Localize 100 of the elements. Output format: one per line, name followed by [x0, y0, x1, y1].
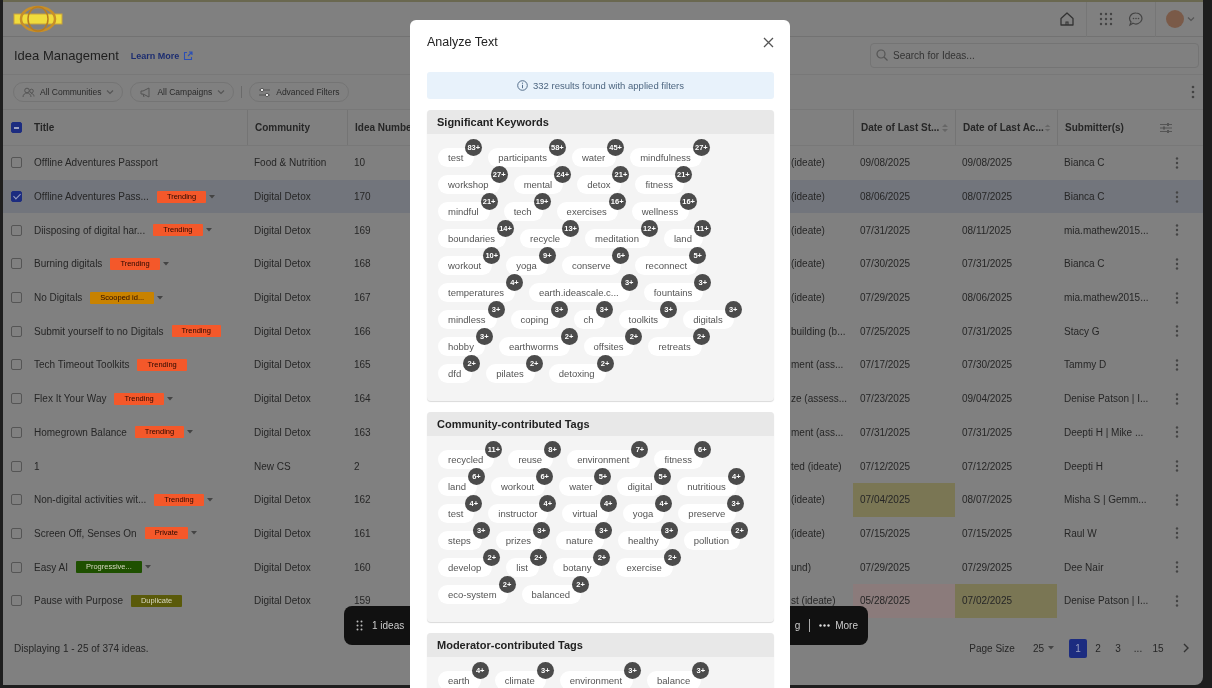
table-cell: 09/08/2025 [860, 157, 911, 169]
table-cell: 160 [354, 561, 371, 573]
idea-title[interactable]: Flex It Your Way [34, 393, 107, 405]
sort-icon[interactable] [1043, 122, 1051, 133]
table-cell: und) [791, 561, 811, 573]
page-button[interactable]: 1 [1069, 638, 1087, 658]
info-text: 332 results found with applied filters [533, 80, 684, 91]
table-cell: 05/28/2025 [860, 595, 911, 607]
idea-title[interactable]: Screen Off, Senses On [34, 527, 137, 539]
search-field[interactable]: Search for Ideas... [870, 43, 1199, 68]
idea-title[interactable]: Homegrown Balance [34, 426, 127, 438]
caret-icon[interactable] [205, 228, 212, 233]
table-cell: mia.mathew2015... [1064, 292, 1149, 304]
chat-icon[interactable] [1128, 11, 1144, 27]
checkbox[interactable] [11, 460, 22, 472]
table-cell: 07/17/2025 [860, 359, 911, 371]
sort-icon[interactable] [941, 122, 949, 133]
close-icon[interactable] [763, 36, 774, 48]
page-button[interactable]: 2 [1089, 638, 1107, 658]
idea-title[interactable]: Submit yourself to no Digitals [34, 325, 164, 337]
column-header[interactable]: Community [255, 122, 347, 133]
checkbox[interactable] [11, 325, 22, 337]
checkbox[interactable] [11, 157, 22, 169]
table-cell: Deepti H | Mike ... [1064, 426, 1144, 438]
row-menu-icon[interactable] [1175, 257, 1179, 270]
page-button[interactable]: 3 [1109, 638, 1127, 658]
row-menu-icon[interactable] [1175, 460, 1179, 473]
page-button[interactable]: ... [1129, 638, 1147, 658]
column-header[interactable]: Date of Last Ac... [963, 122, 1057, 133]
idea-title[interactable]: Tech Timeout Toolkits [34, 359, 130, 371]
column-header[interactable]: Submitter(s) [1065, 122, 1160, 133]
row-menu-icon[interactable] [1175, 325, 1179, 338]
table-cell: 10 [354, 157, 366, 169]
row-menu-icon[interactable] [1175, 156, 1179, 169]
keyword-chip[interactable]: environment [567, 450, 641, 469]
table-cell: Tammy D [1064, 359, 1107, 371]
checkbox[interactable] [11, 122, 22, 133]
column-header[interactable]: Title [34, 122, 247, 133]
idea-title[interactable]: Diisposing of digital har... [34, 224, 146, 236]
caret-icon[interactable] [191, 531, 197, 536]
table-cell: 159 [354, 595, 371, 607]
row-menu-icon[interactable] [1175, 224, 1179, 237]
advanced-filters-button[interactable]: Advanced Filters [249, 82, 349, 102]
checkbox[interactable] [11, 191, 22, 203]
row-menu-icon[interactable] [1175, 291, 1179, 304]
row-menu-icon[interactable] [1175, 426, 1179, 439]
checkbox[interactable] [11, 426, 22, 438]
checkbox[interactable] [11, 292, 22, 304]
caret-icon[interactable] [187, 430, 194, 435]
table-cell: Food & Nutrition [254, 157, 327, 169]
caret-icon[interactable] [162, 261, 169, 266]
home-icon[interactable] [1059, 11, 1075, 27]
checkbox[interactable] [11, 595, 22, 607]
filter-dropdown[interactable]: All Campaigns [130, 82, 235, 102]
table-cell: 07/02/2025 [962, 595, 1013, 607]
checkbox[interactable] [11, 494, 22, 506]
checkbox[interactable] [11, 258, 22, 270]
drag-handle-icon[interactable] [356, 620, 363, 631]
caret-icon[interactable] [1187, 16, 1195, 22]
row-menu-icon[interactable] [1175, 561, 1179, 574]
caret-icon[interactable] [206, 497, 213, 502]
column-settings-icon[interactable] [1160, 121, 1172, 134]
filter-dropdown[interactable]: All Communities [13, 82, 124, 102]
caret-icon[interactable] [166, 396, 173, 401]
idea-title[interactable]: Offline Adventures Passport [34, 157, 158, 169]
page-size-dropdown[interactable]: 25 [1026, 641, 1060, 655]
row-menu-icon[interactable] [1175, 594, 1179, 607]
checkbox[interactable] [11, 561, 22, 573]
caret-icon[interactable] [209, 194, 216, 199]
row-menu-icon[interactable] [1175, 358, 1179, 371]
logo-icon[interactable] [13, 5, 63, 33]
avatar-icon[interactable] [1166, 10, 1184, 28]
table-cell: Digital Detox [254, 325, 311, 337]
page-button[interactable]: 15 [1149, 638, 1167, 658]
more-options-icon[interactable] [1191, 85, 1195, 99]
idea-title[interactable]: Easy AI [34, 561, 68, 573]
apps-grid-icon[interactable] [1098, 11, 1114, 27]
idea-title[interactable]: No Digitals [34, 292, 83, 304]
idea-title[interactable]: 1 [34, 460, 40, 472]
checkbox[interactable] [11, 527, 22, 539]
idea-title[interactable]: Burning digitals [34, 258, 103, 270]
external-link-icon[interactable] [183, 50, 194, 61]
column-header[interactable]: Date of Last St... [861, 122, 955, 133]
checkbox[interactable] [11, 224, 22, 236]
row-menu-icon[interactable] [1175, 493, 1179, 506]
caret-icon[interactable] [157, 295, 164, 300]
checkbox[interactable] [11, 359, 22, 371]
idea-title[interactable]: Non-digital activities wit... [34, 494, 147, 506]
checkbox[interactable] [11, 393, 22, 405]
table-cell: ment (ass... [791, 359, 844, 371]
table-cell: Bianca C [1064, 191, 1105, 203]
caret-icon[interactable] [144, 565, 151, 570]
idea-title[interactable]: Pause with Purpose [34, 595, 123, 607]
row-menu-icon[interactable] [1175, 527, 1179, 540]
next-page-icon[interactable] [1182, 643, 1190, 653]
row-menu-icon[interactable] [1175, 190, 1179, 203]
table-cell: 162 [354, 494, 371, 506]
row-menu-icon[interactable] [1175, 392, 1179, 405]
table-cell: Stacy G [1064, 325, 1100, 337]
more-actions-button[interactable]: More [819, 620, 858, 631]
